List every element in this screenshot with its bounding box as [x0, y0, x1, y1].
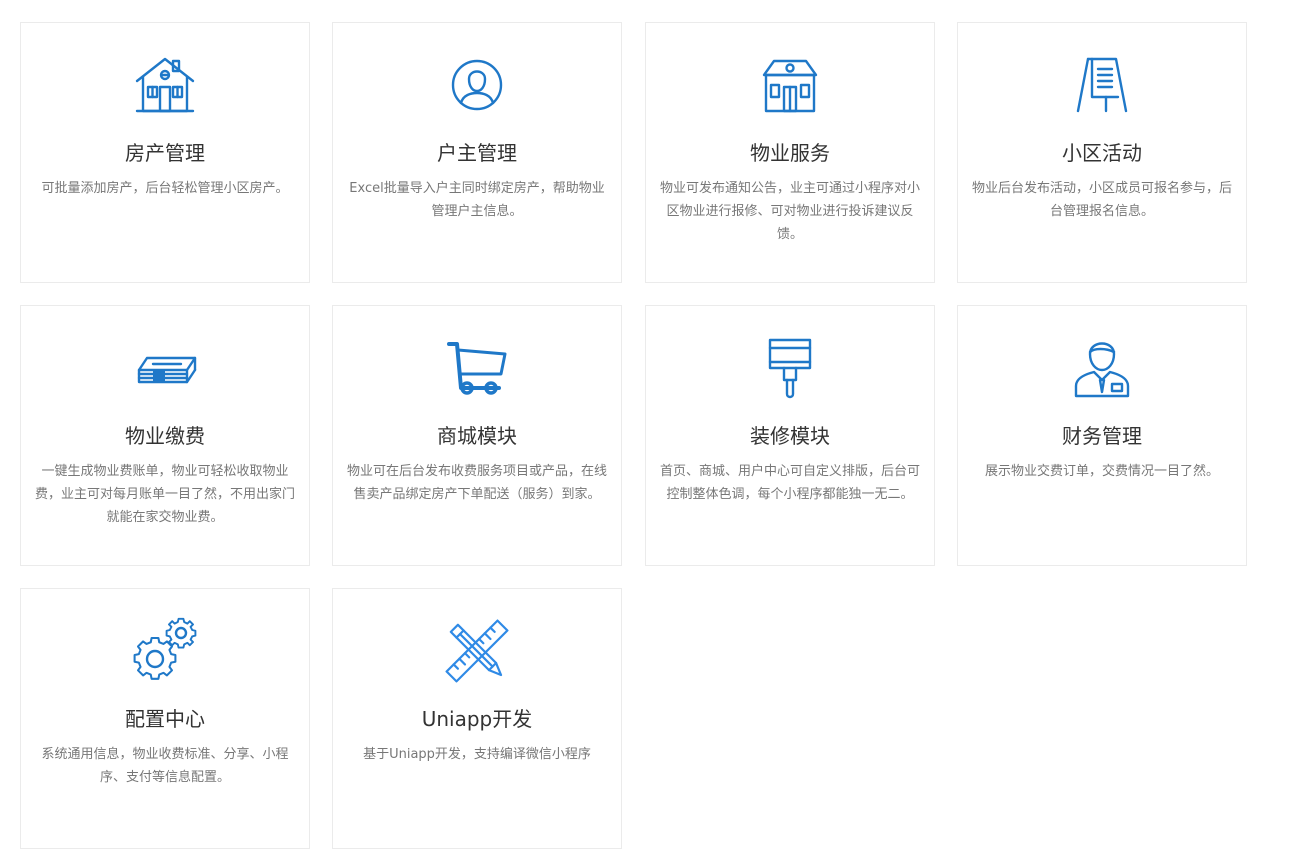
- card-title: 小区活动: [1062, 141, 1142, 165]
- card-title: 物业缴费: [125, 424, 205, 448]
- card-community-activity[interactable]: 小区活动 物业后台发布活动，小区成员可报名参与，后台管理报名信息。: [957, 22, 1247, 283]
- card-title: 配置中心: [125, 707, 205, 731]
- building-icon: [646, 53, 934, 117]
- card-property-service[interactable]: 物业服务 物业可发布通知公告，业主可通过小程序对小区物业进行报修、可对物业进行投…: [645, 22, 935, 283]
- money-icon: [21, 336, 309, 400]
- card-property-management[interactable]: 房产管理 可批量添加房产，后台轻松管理小区房产。: [20, 22, 310, 283]
- gears-icon: [21, 617, 309, 683]
- cart-icon: [333, 336, 621, 400]
- card-owner-management[interactable]: 户主管理 Excel批量导入户主同时绑定房产，帮助物业管理户主信息。: [332, 22, 622, 283]
- card-title: 商城模块: [437, 424, 517, 448]
- card-description: 一键生成物业费账单，物业可轻松收取物业费，业主可对每月账单一目了然，不用出家门就…: [34, 464, 295, 525]
- card-description: 基于Uniapp开发，支持编译微信小程序: [363, 747, 591, 762]
- card-finance-management[interactable]: 财务管理 展示物业交费订单，交费情况一目了然。: [957, 305, 1247, 566]
- easel-icon: [958, 53, 1246, 117]
- card-uniapp-development[interactable]: Uniapp开发 基于Uniapp开发，支持编译微信小程序: [332, 588, 622, 849]
- ruler-pencil-icon: [333, 619, 621, 683]
- card-description: 物业可在后台发布收费服务项目或产品，在线售卖产品绑定房产下单配送（服务）到家。: [346, 464, 607, 502]
- card-description: 系统通用信息，物业收费标准、分享、小程序、支付等信息配置。: [41, 747, 289, 785]
- card-title: 装修模块: [750, 424, 830, 448]
- card-title: 物业服务: [750, 141, 830, 165]
- card-title: Uniapp开发: [421, 707, 533, 731]
- card-description: 物业可发布通知公告，业主可通过小程序对小区物业进行报修、可对物业进行投诉建议反馈…: [659, 181, 920, 242]
- card-description: Excel批量导入户主同时绑定房产，帮助物业管理户主信息。: [349, 181, 605, 219]
- user-icon: [333, 53, 621, 117]
- card-property-fee[interactable]: 物业缴费 一键生成物业费账单，物业可轻松收取物业费，业主可对每月账单一目了然，不…: [20, 305, 310, 566]
- card-mall-module[interactable]: 商城模块 物业可在后台发布收费服务项目或产品，在线售卖产品绑定房产下单配送（服务…: [332, 305, 622, 566]
- card-title: 户主管理: [437, 141, 517, 165]
- card-description: 物业后台发布活动，小区成员可报名参与，后台管理报名信息。: [971, 181, 1232, 219]
- card-description: 首页、商城、用户中心可自定义排版，后台可控制整体色调，每个小程序都能独一无二。: [659, 464, 920, 502]
- staff-icon: [958, 336, 1246, 400]
- feature-grid: 房产管理 可批量添加房产，后台轻松管理小区房产。 户主管理 Excel批量导入户…: [0, 0, 1299, 849]
- card-description: 可批量添加房产，后台轻松管理小区房产。: [41, 181, 289, 196]
- card-config-center[interactable]: 配置中心 系统通用信息，物业收费标准、分享、小程序、支付等信息配置。: [20, 588, 310, 849]
- card-title: 房产管理: [125, 141, 205, 165]
- house-icon: [21, 53, 309, 117]
- card-decoration-module[interactable]: 装修模块 首页、商城、用户中心可自定义排版，后台可控制整体色调，每个小程序都能独…: [645, 305, 935, 566]
- card-title: 财务管理: [1062, 424, 1142, 448]
- card-description: 展示物业交费订单，交费情况一目了然。: [984, 464, 1219, 479]
- paint-brush-icon: [646, 336, 934, 400]
